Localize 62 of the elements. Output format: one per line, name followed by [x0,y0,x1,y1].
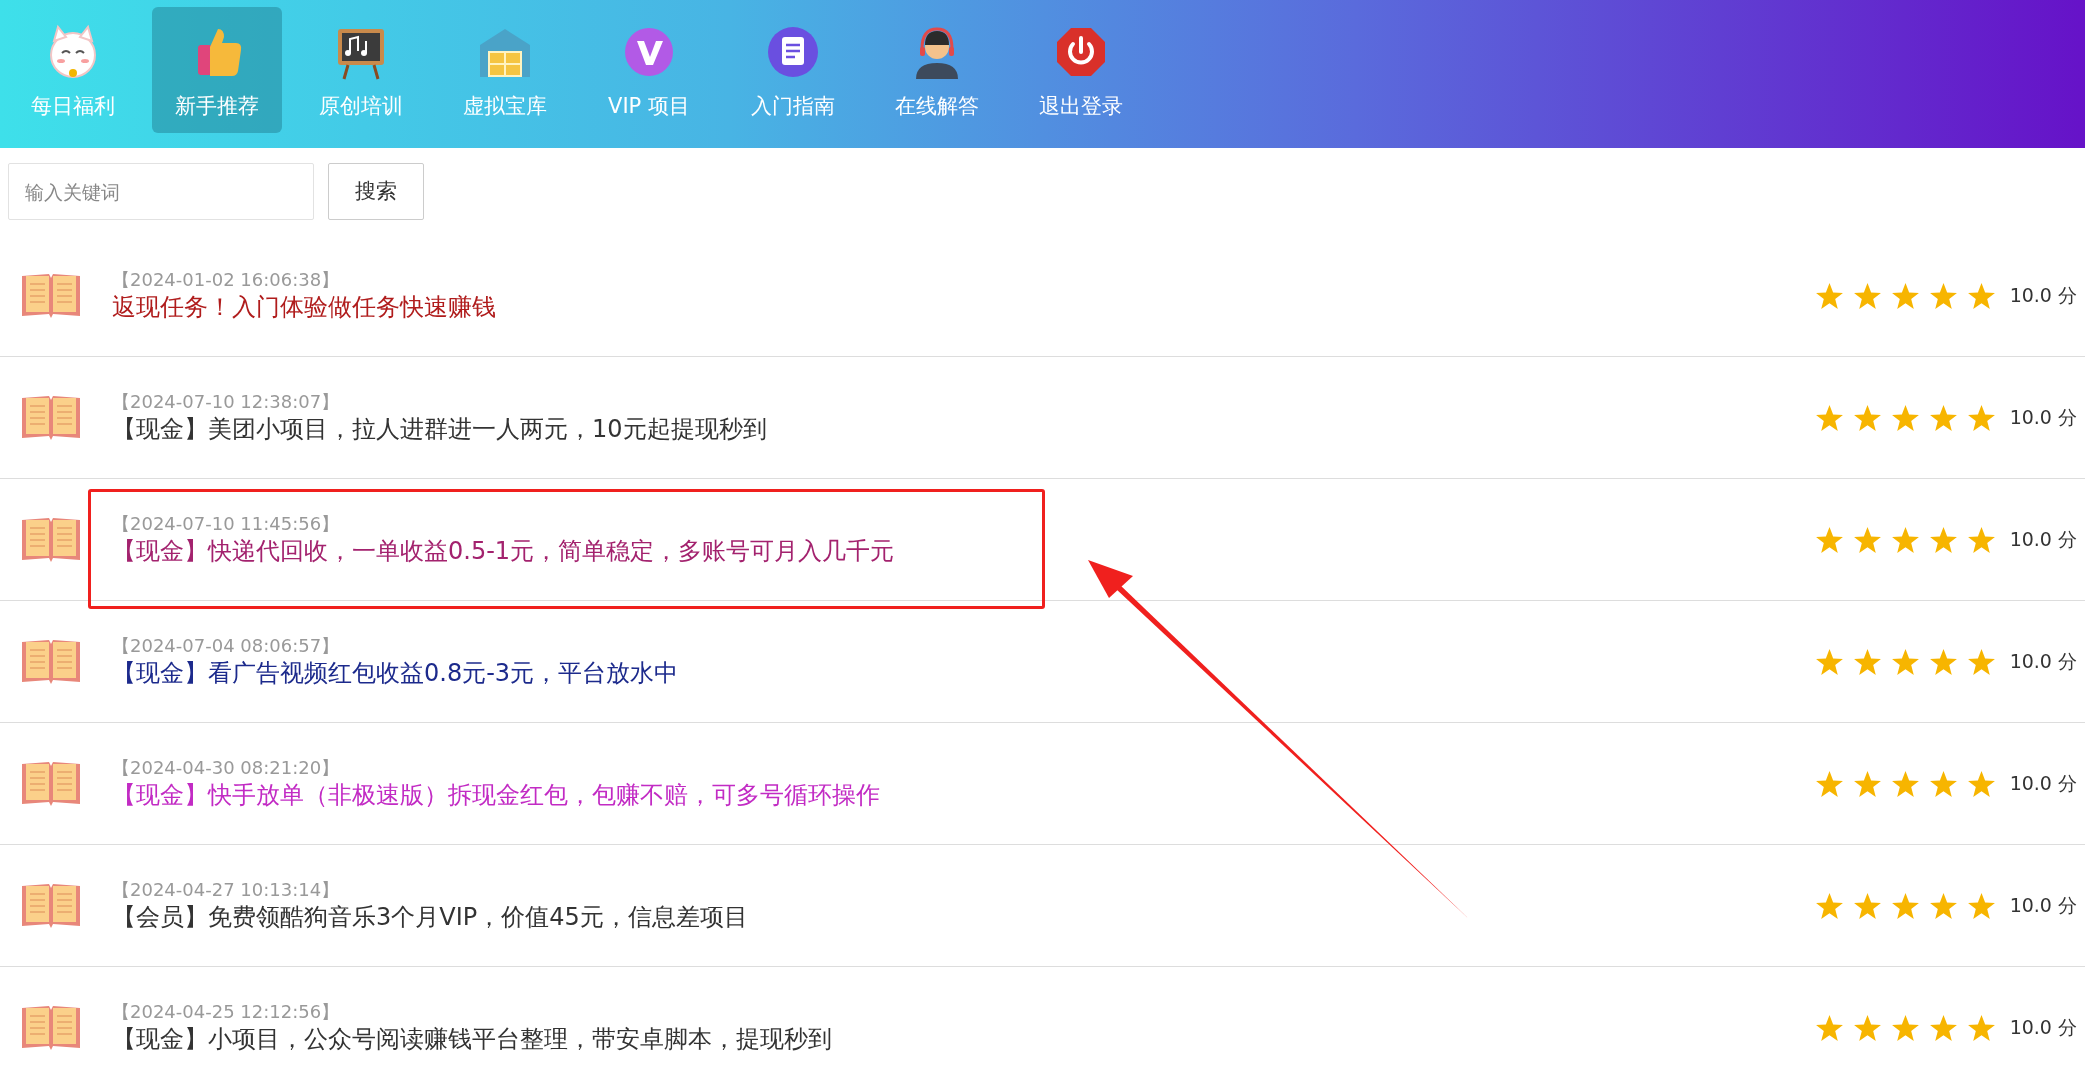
article-date: 【2024-04-25 12:12:56】 [112,999,341,1023]
star-icon [1928,769,1958,798]
star-icon [1814,1013,1844,1042]
score-text: 10.0 分 [2009,527,2077,553]
search-field[interactable]: 输入关键词 [8,163,314,220]
star-icon [1814,525,1844,554]
article-title-link[interactable]: 【现金】看广告视频红包收益0.8元-3元，平台放水中 [112,657,1815,690]
star-icon [1928,403,1958,432]
star-icon [1852,403,1882,432]
star-icon [1966,403,1996,432]
score-text: 10.0 分 [2009,1015,2077,1041]
star-icon [1966,647,1996,676]
nav-tab[interactable]: 新手推荐 [152,7,282,133]
score-text: 10.0 分 [2009,771,2077,797]
star-icon [1814,281,1844,310]
article-title-link[interactable]: 返现任务！入门体验做任务快速赚钱 [112,291,1815,324]
star-icon [1852,891,1882,920]
article-title-link[interactable]: 【现金】快递代回收，一单收益0.5-1元，简单稳定，多账号可月入几千元 [112,535,1815,568]
article-title-link[interactable]: 【现金】美团小项目，拉人进群进一人两元，10元起提现秒到 [112,413,1815,446]
nav-tab[interactable]: 在线解答 [872,7,1002,133]
star-icon [1852,525,1882,554]
star-icon [1852,1013,1882,1042]
article-date: 【2024-04-27 10:13:14】 [112,877,341,901]
score-text: 10.0 分 [2009,283,2077,309]
star-icon [1928,1013,1958,1042]
star-icon [1852,281,1882,310]
star-icon [1928,647,1958,676]
star-icon [1852,647,1882,676]
article-date: 【2024-04-30 08:21:20】 [112,755,341,779]
star-icon [1890,647,1920,676]
star-icon [1928,891,1958,920]
article-title-link[interactable]: 【会员】免费领酷狗音乐3个月VIP，价值45元，信息差项目 [112,901,1815,934]
star-icon [1928,525,1958,554]
star-icon [1890,891,1920,920]
star-icon [1814,647,1844,676]
star-icon [1966,525,1996,554]
article-date: 【2024-07-10 12:38:07】 [112,389,341,413]
article-title-link[interactable]: 【现金】小项目，公众号阅读赚钱平台整理，带安卓脚本，提现秒到 [112,1023,1815,1056]
star-icon [1928,281,1958,310]
star-icon [1890,403,1920,432]
article-date: 【2024-01-02 16:06:38】 [112,267,341,291]
score-text: 10.0 分 [2009,893,2077,919]
star-icon [1966,891,1996,920]
score-text: 10.0 分 [2009,649,2077,675]
nav-tab[interactable]: 退出登录 [1016,7,1146,133]
nav-tab[interactable]: 入门指南 [728,7,858,133]
star-icon [1890,525,1920,554]
star-icon [1966,769,1996,798]
star-icon [1890,769,1920,798]
star-icon [1814,891,1844,920]
search-button[interactable]: 搜索 [328,163,424,220]
star-icon [1890,1013,1920,1042]
star-icon [1852,769,1882,798]
score-text: 10.0 分 [2009,405,2077,431]
star-icon [1890,281,1920,310]
article-date: 【2024-07-10 11:45:56】 [112,511,341,535]
star-icon [1814,403,1844,432]
star-icon [1966,281,1996,310]
article-date: 【2024-07-04 08:06:57】 [112,633,341,657]
article-title-link[interactable]: 【现金】快手放单（非极速版）拆现金红包，包赚不赔，可多号循环操作 [112,779,1815,812]
star-icon [1814,769,1844,798]
star-icon [1966,1013,1996,1042]
